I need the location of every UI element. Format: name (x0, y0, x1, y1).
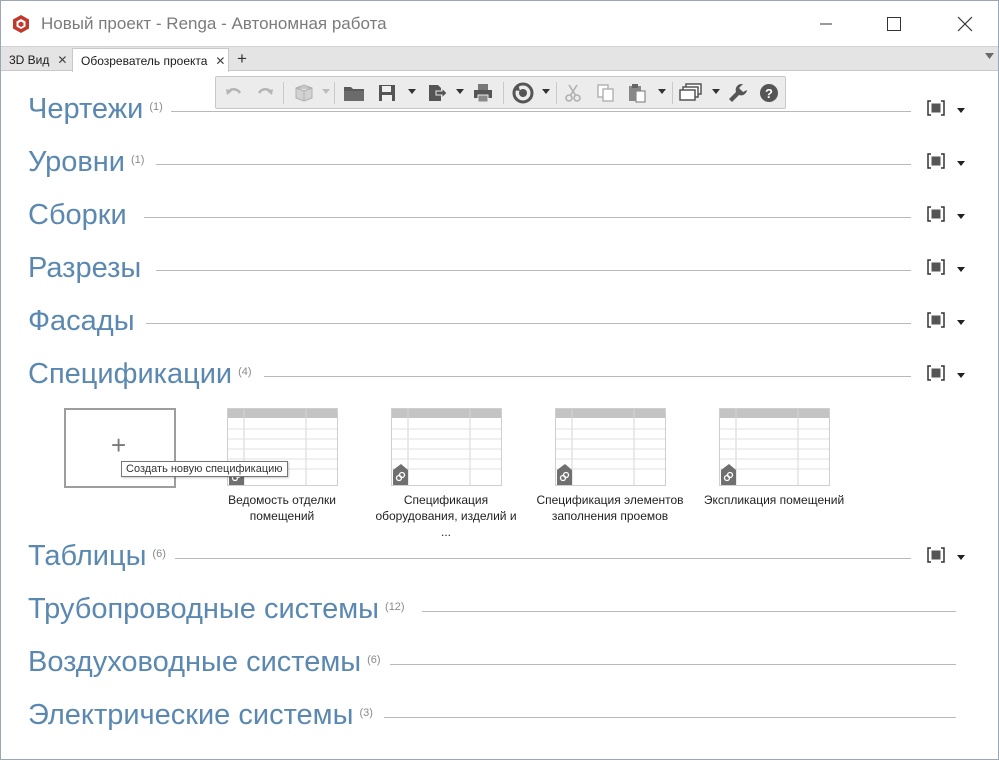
window-title: Новый проект - Renga - Автономная работа (41, 14, 387, 33)
table-thumbnail-icon (555, 408, 666, 486)
section-title[interactable]: Фасады (28, 303, 141, 339)
section-count: (1) (149, 101, 163, 113)
specification-label: Экспликация помещений (703, 493, 845, 507)
section-duct-systems: Воздуховодные системы (6) (1, 644, 998, 684)
tab-close-icon[interactable]: ✕ (57, 53, 67, 67)
specification-item[interactable]: Экспликация помещений (699, 408, 849, 533)
section-divider (422, 611, 956, 612)
close-window-button[interactable] (942, 1, 988, 46)
section-count: (3) (359, 707, 373, 719)
section-divider (390, 664, 956, 665)
section-electrical-systems: Электрические системы (3) (1, 697, 998, 737)
section-title[interactable]: Уровни (1) (28, 144, 144, 180)
tab-3d-view[interactable]: 3D Вид ✕ (1, 48, 71, 71)
section-menu-dropdown-icon[interactable] (957, 320, 965, 325)
section-divider (144, 217, 911, 218)
add-tab-button[interactable]: + (233, 49, 251, 69)
section-count: (6) (367, 654, 381, 666)
select-all-icon[interactable] (926, 258, 946, 276)
section-count: (4) (238, 366, 252, 378)
section-title[interactable]: Воздуховодные системы (6) (28, 644, 381, 680)
section-menu-dropdown-icon[interactable] (957, 161, 965, 166)
specification-label: Спецификация оборудования, изделий и ... (375, 493, 517, 539)
section-title-text: Электрические системы (28, 699, 354, 731)
section-levels: Уровни (1) (1, 144, 998, 184)
section-facades: Фасады (1, 303, 998, 343)
section-assemblies: Сборки (1, 197, 998, 237)
specification-label: Ведомость отделки помещений (228, 493, 336, 523)
section-title[interactable]: Спецификации (4) (28, 356, 252, 392)
section-title-text: Уровни (28, 146, 125, 178)
section-tables: Таблицы (6) (1, 538, 998, 578)
section-title-text: Спецификации (28, 358, 233, 390)
section-title-text: Воздуховодные системы (28, 646, 362, 678)
close-icon (957, 16, 973, 31)
tab-label: Обозреватель проекта (81, 53, 208, 68)
section-divider (264, 376, 911, 377)
section-menu-dropdown-icon[interactable] (957, 555, 965, 560)
section-title[interactable]: Разрезы (28, 250, 147, 286)
section-specifications: Спецификации (4) (1, 356, 998, 396)
section-title-text: Чертежи (28, 93, 144, 125)
section-title-text: Трубопроводные системы (28, 593, 380, 625)
section-divider (156, 270, 911, 271)
section-divider (384, 717, 956, 718)
section-menu-dropdown-icon[interactable] (957, 214, 965, 219)
specification-label: Спецификация элементов заполнения проемов (536, 493, 684, 523)
app-window: Новый проект - Renga - Автономная работа… (0, 0, 999, 760)
section-drawings: Чертежи (1) (1, 91, 998, 131)
select-all-icon[interactable] (926, 99, 946, 117)
section-title[interactable]: Электрические системы (3) (28, 697, 373, 733)
tab-project-explorer[interactable]: Обозреватель проекта ✕ (72, 48, 229, 72)
section-title[interactable]: Таблицы (6) (28, 538, 166, 574)
table-thumbnail-icon (719, 408, 830, 486)
section-count: (1) (131, 154, 145, 166)
section-title-text: Таблицы (28, 540, 147, 572)
select-all-icon[interactable] (926, 152, 946, 170)
section-title[interactable]: Трубопроводные системы (12) (28, 591, 405, 627)
section-pipe-systems: Трубопроводные системы (12) (1, 591, 998, 631)
section-divider (146, 323, 911, 324)
table-thumbnail-icon (391, 408, 502, 486)
specification-item[interactable]: Спецификация оборудования, изделий и ... (371, 408, 521, 539)
section-divider (171, 111, 911, 112)
create-specification-tooltip: Создать новую спецификацию (121, 461, 288, 477)
section-count: (12) (385, 601, 405, 613)
section-menu-dropdown-icon[interactable] (957, 373, 965, 378)
section-count: (6) (152, 548, 166, 560)
renga-logo-icon (13, 15, 29, 33)
minimize-button[interactable] (803, 1, 849, 46)
select-all-icon[interactable] (926, 364, 946, 382)
tab-list-dropdown-icon[interactable] (985, 53, 994, 60)
plus-icon: + (111, 430, 127, 460)
section-divider (175, 558, 911, 559)
section-divider (156, 164, 911, 165)
tab-close-icon[interactable]: ✕ (215, 54, 225, 68)
title-bar: Новый проект - Renga - Автономная работа (1, 1, 998, 46)
section-menu-dropdown-icon[interactable] (957, 267, 965, 272)
section-cuts: Разрезы (1, 250, 998, 290)
maximize-button[interactable] (871, 1, 917, 46)
select-all-icon[interactable] (926, 205, 946, 223)
select-all-icon[interactable] (926, 546, 946, 564)
tab-bar: 3D Вид ✕ Обозреватель проекта ✕ + (1, 46, 998, 72)
section-menu-dropdown-icon[interactable] (957, 108, 965, 113)
section-title-text: Сборки (28, 199, 127, 231)
tab-label: 3D Вид (9, 52, 50, 67)
section-title[interactable]: Чертежи (1) (28, 91, 163, 127)
section-title-text: Фасады (28, 305, 135, 337)
section-title-text: Разрезы (28, 252, 142, 284)
minimize-icon (820, 23, 832, 24)
maximize-icon (887, 16, 901, 31)
select-all-icon[interactable] (926, 311, 946, 329)
specification-item[interactable]: Спецификация элементов заполнения проемов (535, 408, 685, 533)
section-title[interactable]: Сборки (28, 197, 133, 233)
